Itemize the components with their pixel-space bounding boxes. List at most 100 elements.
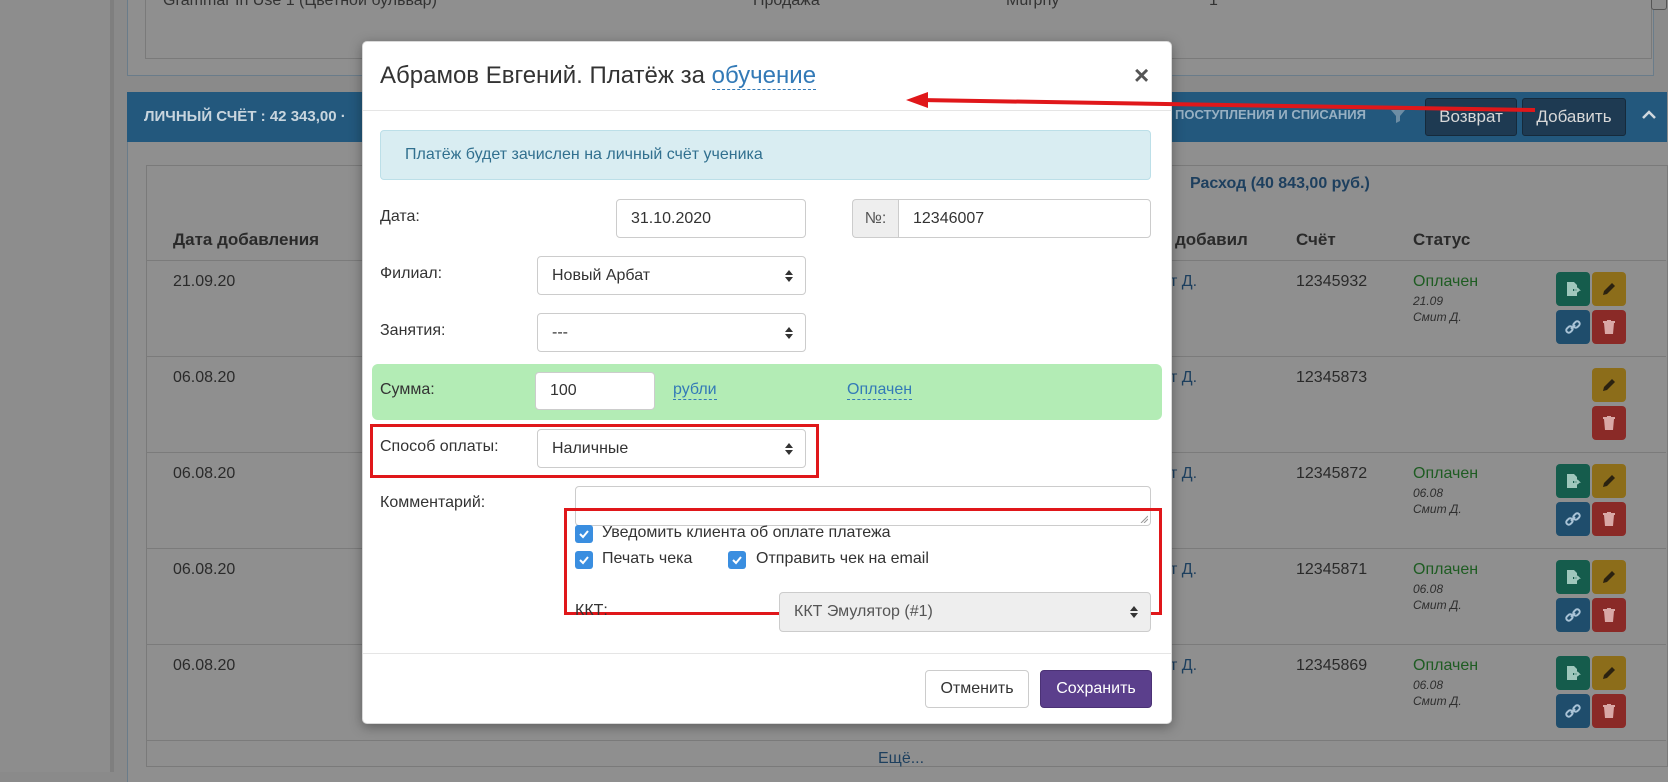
select-arrows-icon xyxy=(1130,606,1138,618)
payment-modal: Абрамов Евгений. Платёж за обучение × Пл… xyxy=(362,41,1172,724)
lessons-label: Занятия: xyxy=(380,322,446,339)
left-strip xyxy=(110,0,114,772)
link-button[interactable] xyxy=(1556,598,1590,632)
chevron-up-icon[interactable] xyxy=(1642,104,1656,125)
row-added-by[interactable]: т Д. xyxy=(1170,465,1197,483)
payment-method-label: Способ оплаты: xyxy=(380,438,499,455)
branch-select-value: Новый Арбат xyxy=(552,266,651,284)
delete-button[interactable] xyxy=(1592,598,1626,632)
link-icon xyxy=(1564,606,1582,624)
sum-label: Сумма: xyxy=(380,381,435,398)
delete-button[interactable] xyxy=(1592,694,1626,728)
sale-item-checkbox[interactable] xyxy=(1651,0,1667,10)
edit-button[interactable] xyxy=(1592,560,1626,594)
print-receipt-checkbox[interactable] xyxy=(575,551,593,569)
delete-button[interactable] xyxy=(1592,310,1626,344)
flows-link[interactable]: ПОСТУПЛЕНИЯ И СПИСАНИЯ xyxy=(1175,107,1366,122)
close-icon[interactable]: × xyxy=(1134,60,1149,91)
row-status-date: 06.08 xyxy=(1413,486,1444,500)
row-added-by[interactable]: т Д. xyxy=(1170,657,1197,675)
pencil-icon xyxy=(1600,280,1618,298)
row-date: 06.08.20 xyxy=(173,561,236,578)
row-added-by[interactable]: т Д. xyxy=(1170,561,1197,579)
payment-method-select[interactable]: Наличные xyxy=(537,429,806,468)
notify-checkbox[interactable] xyxy=(575,525,593,543)
sum-input[interactable]: 100 xyxy=(535,372,655,410)
export-receipt-button[interactable] xyxy=(1556,560,1590,594)
sale-item-author: Murphy xyxy=(1006,0,1060,9)
trash-icon xyxy=(1600,510,1618,528)
edit-button[interactable] xyxy=(1592,272,1626,306)
lessons-select[interactable]: --- xyxy=(537,313,806,352)
expense-link[interactable]: Расход (40 843,00 руб.) xyxy=(1190,175,1370,193)
trash-icon xyxy=(1600,414,1618,432)
file-export-icon xyxy=(1564,568,1582,586)
payment-purpose-link[interactable]: обучение xyxy=(711,62,817,90)
sum-row xyxy=(372,364,1162,420)
comment-label: Комментарий: xyxy=(380,494,486,511)
link-button[interactable] xyxy=(1556,502,1590,536)
modal-title-text: Абрамов Евгений. Платёж за xyxy=(380,62,712,89)
number-addon: №: xyxy=(852,199,898,238)
col-status: Статус xyxy=(1413,230,1471,249)
email-receipt-checkbox[interactable] xyxy=(728,551,746,569)
file-export-icon xyxy=(1564,280,1582,298)
col-invoice: Счёт xyxy=(1296,230,1336,249)
branch-select[interactable]: Новый Арбат xyxy=(537,256,806,295)
print-receipt-label[interactable]: Печать чека xyxy=(602,550,692,568)
more-link[interactable]: Ещё... xyxy=(878,750,924,768)
payment-method-value: Наличные xyxy=(552,439,629,457)
add-button[interactable]: Добавить xyxy=(1522,98,1626,136)
file-export-icon xyxy=(1564,472,1582,490)
row-date: 21.09.20 xyxy=(173,273,236,290)
export-receipt-button[interactable] xyxy=(1556,464,1590,498)
row-added-by[interactable]: т Д. xyxy=(1170,369,1197,387)
paid-status-link[interactable]: Оплачен xyxy=(847,381,913,400)
row-status-by: Смит Д. xyxy=(1413,310,1462,324)
row-status-date: 06.08 xyxy=(1413,678,1444,692)
date-label: Дата: xyxy=(380,208,420,225)
email-receipt-label[interactable]: Отправить чек на email xyxy=(756,550,929,568)
kkt-label: ККТ: xyxy=(575,602,608,619)
modal-footer: Отменить Сохранить xyxy=(363,653,1171,724)
row-date: 06.08.20 xyxy=(173,657,236,674)
pencil-icon xyxy=(1600,664,1618,682)
col-added-by: добавил xyxy=(1175,230,1248,249)
notify-label[interactable]: Уведомить клиента об оплате платежа xyxy=(602,524,891,542)
trash-icon xyxy=(1600,606,1618,624)
cancel-button[interactable]: Отменить xyxy=(925,670,1029,708)
select-arrows-icon xyxy=(785,442,793,455)
number-input[interactable]: 12346007 xyxy=(898,199,1151,238)
save-button[interactable]: Сохранить xyxy=(1040,670,1152,708)
select-arrows-icon xyxy=(785,326,793,339)
filter-icon[interactable] xyxy=(1389,107,1407,125)
lessons-select-value: --- xyxy=(552,323,568,341)
currency-link[interactable]: рубли xyxy=(673,381,717,400)
delete-button[interactable] xyxy=(1592,502,1626,536)
refund-button[interactable]: Возврат xyxy=(1425,98,1517,136)
link-button[interactable] xyxy=(1556,694,1590,728)
kkt-select-value: ККТ Эмулятор (#1) xyxy=(794,603,933,620)
row-status: Оплачен xyxy=(1413,561,1479,578)
check-icon xyxy=(579,530,589,539)
row-status-date: 21.09 xyxy=(1413,294,1444,308)
link-button[interactable] xyxy=(1556,310,1590,344)
sale-item-name: Grammar In Use 1 (Цветной бульвар) xyxy=(163,0,437,9)
modal-title: Абрамов Евгений. Платёж за обучение xyxy=(380,62,817,90)
kkt-select[interactable]: ККТ Эмулятор (#1) xyxy=(779,592,1151,632)
edit-button[interactable] xyxy=(1592,368,1626,402)
delete-button[interactable] xyxy=(1592,406,1626,440)
link-icon xyxy=(1564,510,1582,528)
row-status: Оплачен xyxy=(1413,657,1479,674)
branch-label: Филиал: xyxy=(380,265,443,282)
trash-icon xyxy=(1600,318,1618,336)
edit-button[interactable] xyxy=(1592,656,1626,690)
export-receipt-button[interactable] xyxy=(1556,272,1590,306)
export-receipt-button[interactable] xyxy=(1556,656,1590,690)
row-invoice: 12345932 xyxy=(1296,273,1368,290)
row-status: Оплачен xyxy=(1413,273,1479,290)
row-invoice: 12345873 xyxy=(1296,369,1368,386)
row-added-by[interactable]: т Д. xyxy=(1170,273,1197,291)
edit-button[interactable] xyxy=(1592,464,1626,498)
date-input[interactable]: 31.10.2020 xyxy=(616,199,806,238)
